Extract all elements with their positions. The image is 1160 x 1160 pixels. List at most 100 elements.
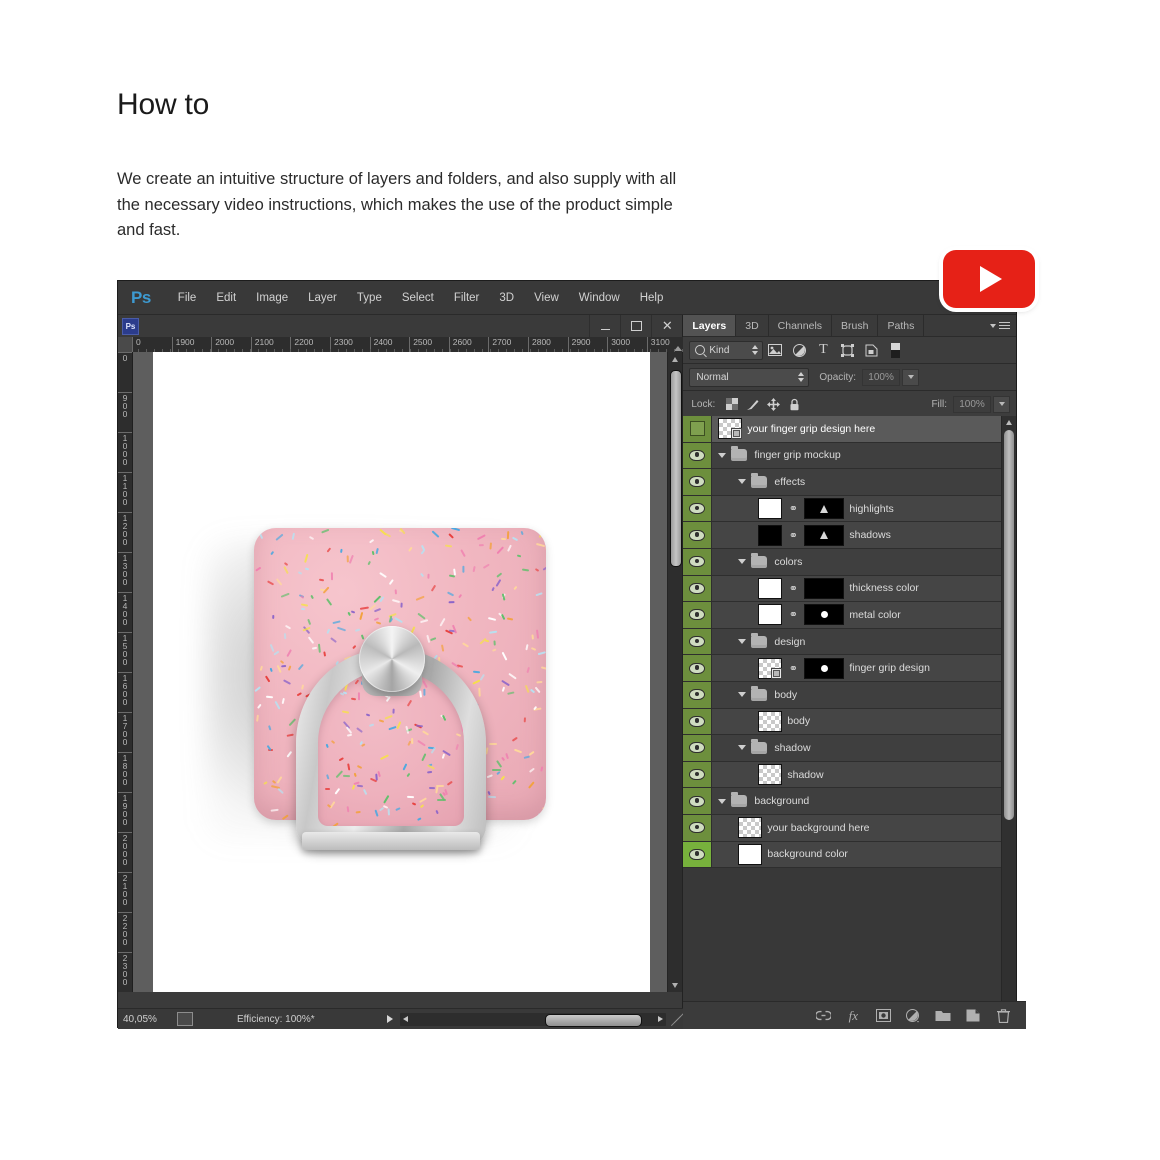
layer-row[interactable]: effects <box>683 469 1003 496</box>
layer-row[interactable]: ⚭ shadows <box>683 522 1003 549</box>
status-expand-arrow-icon[interactable] <box>386 1015 393 1023</box>
layer-thumbnail[interactable] <box>738 817 763 839</box>
canvas-hscroll-thumb[interactable] <box>544 1013 642 1027</box>
zoom-level[interactable]: 40,05% <box>118 1014 175 1025</box>
eye-icon[interactable] <box>683 495 713 522</box>
chevron-down-icon[interactable] <box>738 559 747 565</box>
layer-row[interactable]: ⚭ thickness color <box>683 575 1003 603</box>
chevron-updown-icon[interactable] <box>798 372 805 382</box>
tab-brush[interactable]: Brush <box>832 315 879 336</box>
layer-thumbnail[interactable] <box>758 764 783 786</box>
fill-dropdown-icon[interactable] <box>993 395 1010 413</box>
eye-icon[interactable] <box>683 628 713 655</box>
layer-row[interactable]: ⚭ metal color <box>683 602 1003 629</box>
layer-thumbnail[interactable] <box>718 418 743 440</box>
delete-layer-icon[interactable] <box>990 1005 1016 1027</box>
layer-row[interactable]: shadow <box>683 761 1003 789</box>
layer-row[interactable]: ⚭ highlights <box>683 495 1003 523</box>
eye-icon[interactable] <box>683 841 713 868</box>
layer-row[interactable]: finger grip mockup <box>683 442 1003 470</box>
mask-link-icon[interactable]: ⚭ <box>787 502 799 515</box>
pixel-layer-filter-icon[interactable] <box>763 339 787 361</box>
layer-row[interactable]: background color <box>683 841 1003 869</box>
adjustment-layer-filter-icon[interactable] <box>787 339 811 361</box>
layers-scroll-up-arrow-icon[interactable] <box>1006 420 1013 425</box>
eye-icon[interactable] <box>683 681 713 708</box>
document-info-icon[interactable] <box>177 1012 193 1026</box>
lock-transparency-icon[interactable] <box>721 394 742 414</box>
eye-icon[interactable] <box>683 575 713 602</box>
chevron-down-icon[interactable] <box>738 639 747 645</box>
scroll-right-arrow-icon[interactable] <box>658 1015 663 1022</box>
chevron-down-icon[interactable] <box>738 479 747 485</box>
canvas-viewport[interactable] <box>133 352 670 992</box>
shape-layer-filter-icon[interactable] <box>835 339 859 361</box>
chevron-down-icon[interactable] <box>738 745 747 751</box>
layer-select-box[interactable] <box>683 416 713 442</box>
canvas-horizontal-scrollbar[interactable] <box>399 1012 666 1027</box>
eye-icon[interactable] <box>683 788 713 814</box>
eye-icon[interactable] <box>683 735 713 761</box>
menu-item-file[interactable]: File <box>168 292 207 304</box>
eye-icon[interactable] <box>683 814 713 841</box>
scroll-left-arrow-icon[interactable] <box>402 1015 408 1022</box>
close-button[interactable]: ✕ <box>651 315 683 337</box>
new-group-icon[interactable] <box>930 1005 956 1027</box>
chevron-down-icon[interactable] <box>738 692 747 698</box>
layer-row[interactable]: background <box>683 788 1003 815</box>
eye-icon[interactable] <box>683 522 713 548</box>
layer-thumbnail[interactable] <box>758 710 783 732</box>
menu-item-type[interactable]: Type <box>347 292 392 304</box>
lock-position-icon[interactable] <box>763 394 784 414</box>
layer-row[interactable]: body <box>683 708 1003 736</box>
menu-item-select[interactable]: Select <box>392 292 444 304</box>
layer-row[interactable]: body <box>683 681 1003 709</box>
eye-icon[interactable] <box>683 548 713 575</box>
layer-row[interactable]: colors <box>683 548 1003 576</box>
adjustment-layer-icon[interactable] <box>900 1005 926 1027</box>
layer-thumbnail[interactable] <box>758 604 783 626</box>
panel-menu-icon[interactable] <box>990 315 1016 336</box>
layer-row[interactable]: your finger grip design here <box>683 416 1003 443</box>
tab-channels[interactable]: Channels <box>768 315 833 336</box>
menu-item-help[interactable]: Help <box>630 292 674 304</box>
filter-kind-select[interactable]: Kind <box>689 340 764 360</box>
layer-mask-thumbnail[interactable] <box>804 577 845 599</box>
eye-icon[interactable] <box>683 442 713 469</box>
menu-item-image[interactable]: Image <box>246 292 298 304</box>
eye-icon[interactable] <box>683 761 713 788</box>
lock-all-icon[interactable] <box>784 394 805 414</box>
layer-thumbnail[interactable] <box>738 843 763 865</box>
lock-image-icon[interactable] <box>742 394 763 414</box>
chevron-down-icon[interactable] <box>718 798 727 804</box>
layer-row[interactable]: shadow <box>683 735 1003 762</box>
eye-icon[interactable] <box>683 602 713 628</box>
scroll-up-arrow-icon[interactable] <box>672 357 679 362</box>
blend-mode-select[interactable]: Normal <box>689 367 810 387</box>
layer-thumbnail[interactable] <box>758 524 783 546</box>
link-layers-icon[interactable] <box>810 1005 836 1027</box>
canvas-vscroll-thumb[interactable] <box>670 370 683 567</box>
layer-thumbnail[interactable] <box>758 657 783 679</box>
layers-vertical-scrollbar[interactable] <box>1001 416 1017 1013</box>
youtube-play-button[interactable] <box>943 250 1035 308</box>
tab-paths[interactable]: Paths <box>878 315 925 336</box>
layer-row[interactable]: design <box>683 628 1003 656</box>
layers-vscroll-thumb[interactable] <box>1004 430 1015 820</box>
smart-object-filter-icon[interactable] <box>859 339 883 361</box>
eye-icon[interactable] <box>683 655 713 681</box>
layer-row[interactable]: your background here <box>683 814 1003 842</box>
layer-mask-thumbnail[interactable] <box>804 604 845 626</box>
chevron-down-icon[interactable] <box>718 452 727 458</box>
eye-icon[interactable] <box>683 469 713 495</box>
mask-link-icon[interactable]: ⚭ <box>787 662 799 675</box>
layer-mask-icon[interactable] <box>870 1005 896 1027</box>
tab-3d[interactable]: 3D <box>736 315 769 336</box>
resize-grip-icon[interactable] <box>668 1012 685 1027</box>
mask-link-icon[interactable]: ⚭ <box>787 608 799 621</box>
mask-link-icon[interactable]: ⚭ <box>787 529 799 542</box>
layer-row[interactable]: ⚭ finger grip design <box>683 655 1003 682</box>
menu-item-window[interactable]: Window <box>569 292 630 304</box>
chevron-updown-icon[interactable] <box>752 345 759 355</box>
opacity-input[interactable]: 100% <box>862 368 901 386</box>
